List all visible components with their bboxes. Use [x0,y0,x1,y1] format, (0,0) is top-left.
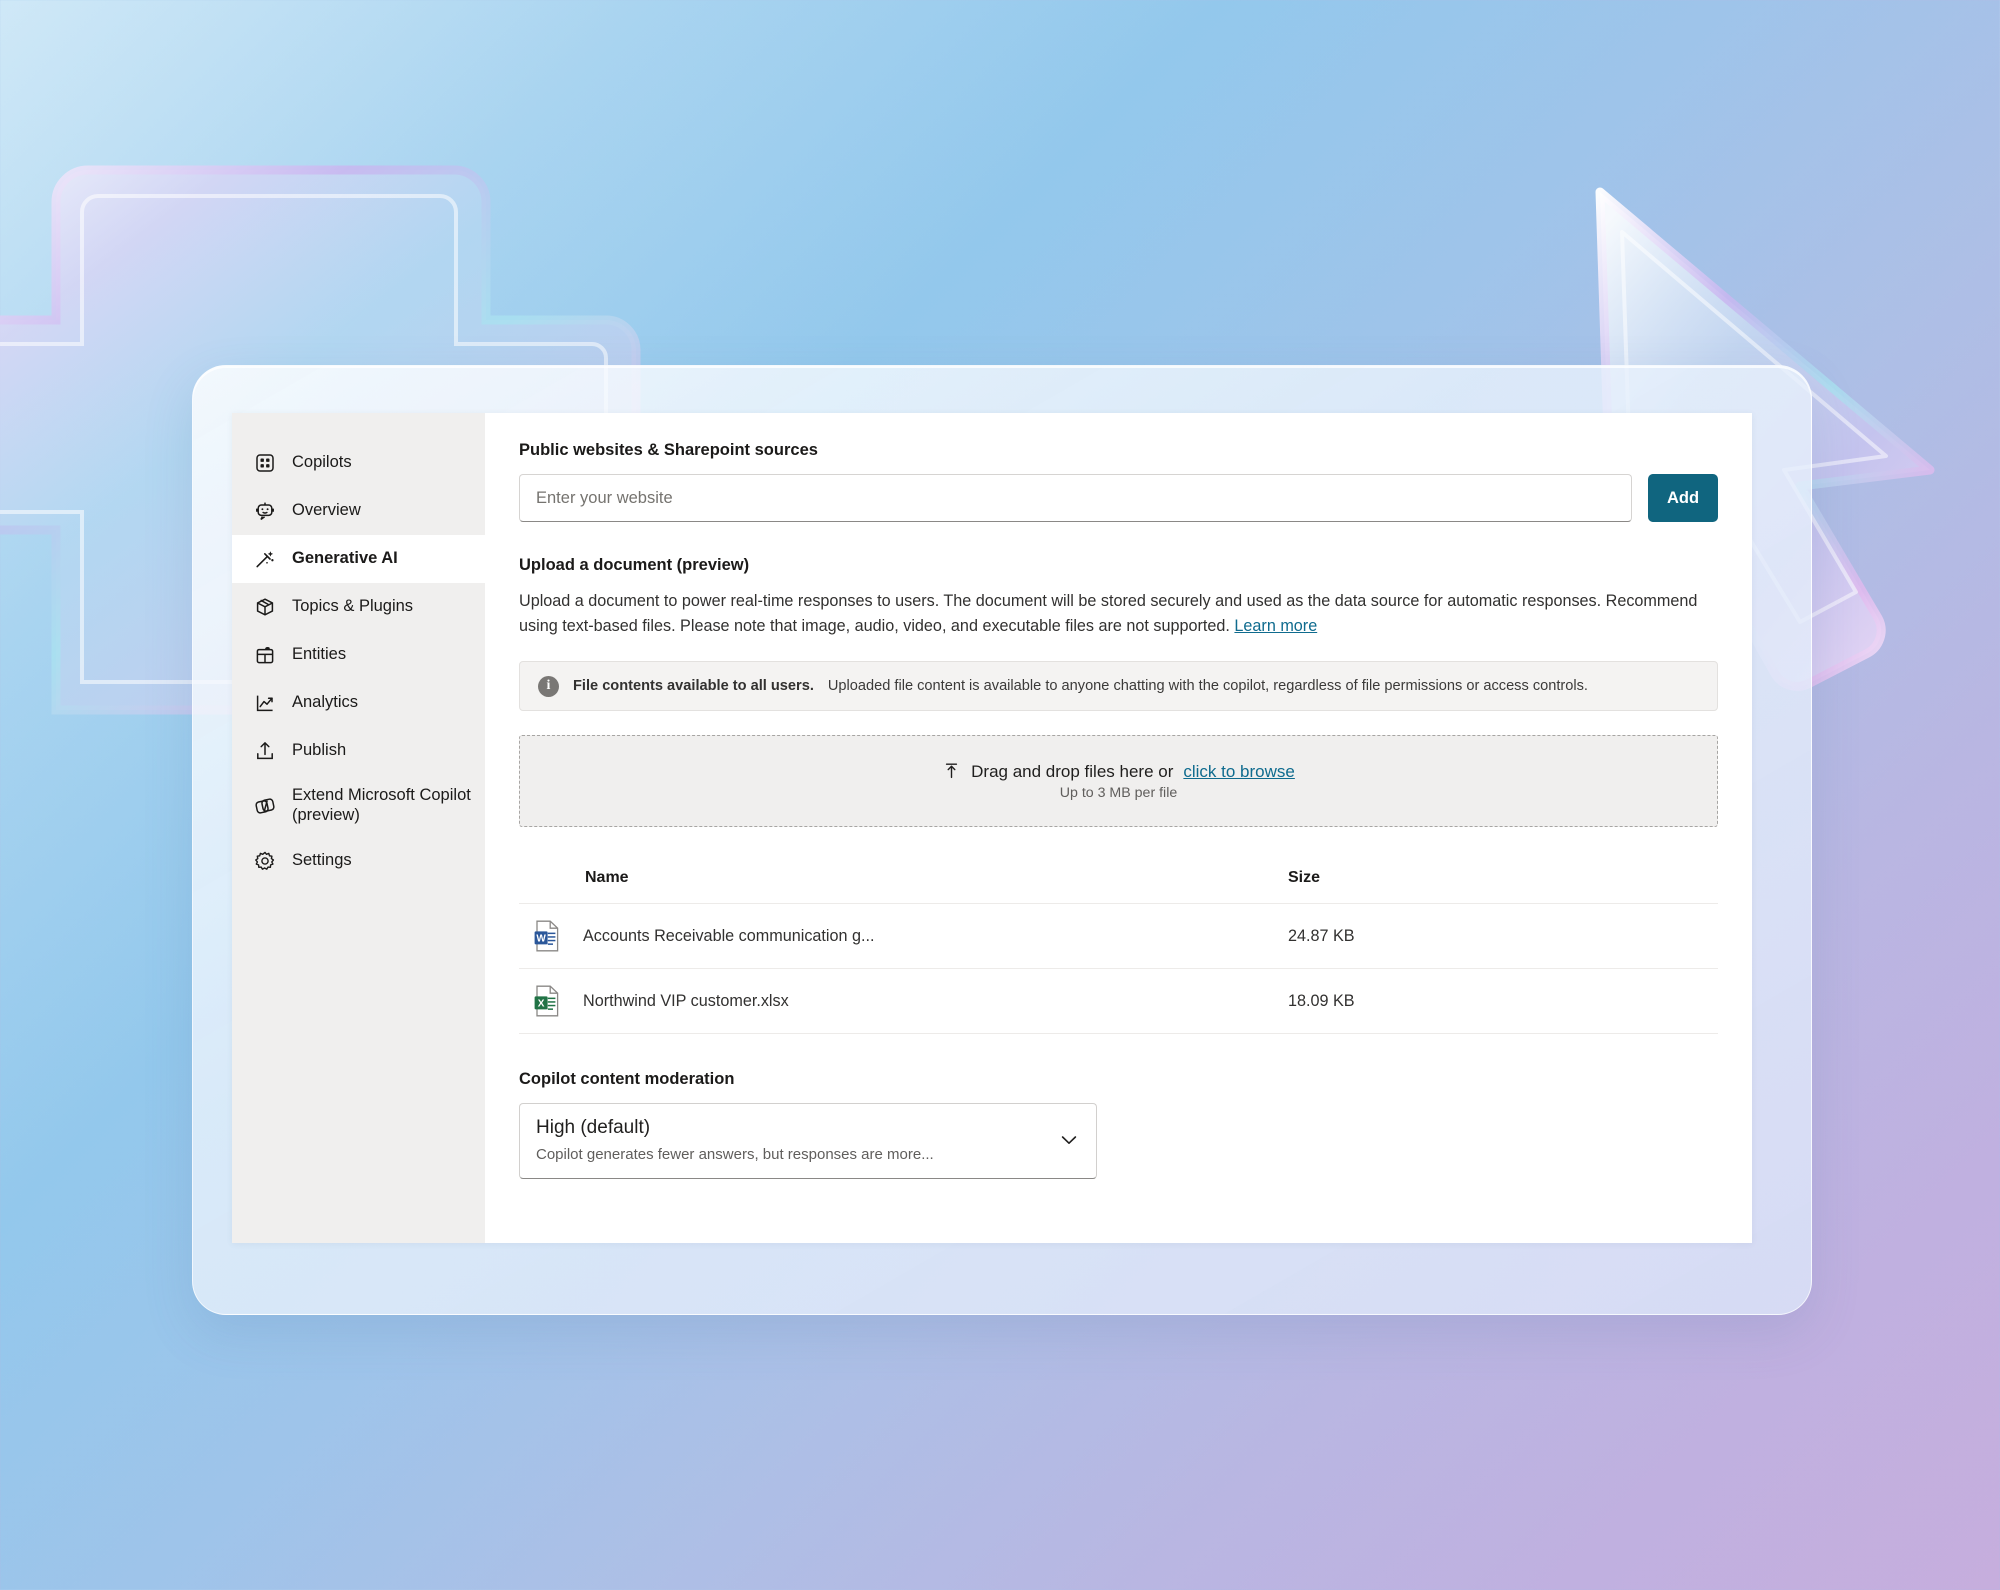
sidebar-item-label: Settings [292,851,352,870]
file-table-header-row: Name Size [519,855,1718,905]
upload-arrow-icon [942,762,961,781]
info-banner-detail: Uploaded file content is available to an… [827,678,1588,695]
moderation-section-title: Copilot content moderation [519,1070,735,1089]
sidebar-item-generative-ai[interactable]: Generative AI [232,535,485,583]
file-name-cell: X Northwind VIP customer.xlsx [519,985,1288,1017]
main-content: Public websites & Sharepoint sources Add… [485,413,1752,1243]
sidebar-item-label: Overview [292,501,361,520]
file-table-head: Name Size [519,855,1718,905]
info-icon: i [538,675,559,697]
moderation-selected-value: High (default) [536,1117,651,1139]
sidebar-item-label: Topics & Plugins [292,597,414,616]
sidebar-item-label: Extend Microsoft Copilot (preview) [292,786,471,824]
file-name: Accounts Receivable communication g... [583,926,875,945]
content-moderation-dropdown[interactable]: High (default) Copilot generates fewer a… [519,1103,1097,1180]
moderation-selected-hint: Copilot generates fewer answers, but res… [536,1145,934,1163]
chart-line-icon [254,692,276,714]
upload-section-title: Upload a document (preview) [519,556,750,574]
entities-icon [254,644,276,666]
file-table-body: W Accounts Receivable communication g...… [519,903,1718,1035]
sidebar-item-entities[interactable]: Entities [232,631,485,679]
file-dropzone[interactable]: Drag and drop files here or click to bro… [519,735,1718,828]
magic-wand-icon [254,548,276,570]
svg-text:W: W [536,934,546,945]
sidebar-item-overview[interactable]: Overview [232,487,485,535]
info-banner-headline: File contents available to all users. [573,678,814,695]
dropzone-main-row: Drag and drop files here or click to bro… [942,762,1295,782]
moderation-selected-group: High (default) Copilot generates fewer a… [536,1116,1048,1164]
table-row[interactable]: X Northwind VIP customer.xlsx 18.09 KB [519,968,1718,1035]
sidebar-item-label: Generative AI [292,549,398,568]
website-input[interactable] [519,474,1632,522]
sidebar-item-settings[interactable]: Settings [232,837,485,885]
upload-arrow-icon [254,740,276,762]
sidebar-item-label: Copilots [292,453,352,472]
sidebar-item-publish[interactable]: Publish [232,727,485,775]
sidebar-item-label: Entities [292,645,347,664]
websites-section-title: Public websites & Sharepoint sources [519,441,818,459]
upload-description: Upload a document to power real-time res… [519,589,1718,639]
word-document-icon: W [533,920,561,952]
dropzone-size-limit: Up to 3 MB per file [1059,784,1178,801]
file-size: 18.09 KB [1288,968,1718,1035]
column-header-size: Size [1288,855,1718,905]
sidebar-item-label: Analytics [292,693,359,712]
gear-icon [254,850,276,872]
sidebar: Copilots Overview Generative AI Topics &… [232,413,485,1243]
bot-icon [254,500,276,522]
upload-description-text: Upload a document to power real-time res… [519,592,1698,636]
sidebar-item-analytics[interactable]: Analytics [232,679,485,727]
browse-files-link[interactable]: click to browse [1183,762,1294,782]
app-window: Copilots Overview Generative AI Topics &… [232,413,1752,1243]
file-access-info-banner: i File contents available to all users. … [519,661,1718,712]
file-name-cell: W Accounts Receivable communication g... [519,920,1288,952]
svg-text:X: X [538,999,545,1010]
sidebar-item-label: Publish [292,741,347,760]
website-input-row: Add [519,474,1718,522]
dropzone-text: Drag and drop files here or [971,761,1174,781]
table-row[interactable]: W Accounts Receivable communication g...… [519,903,1718,970]
file-name: Northwind VIP customer.xlsx [583,991,789,1010]
learn-more-link[interactable]: Learn more [1234,617,1317,635]
cube-icon [254,596,276,618]
add-button[interactable]: Add [1648,474,1718,522]
sidebar-item-copilots[interactable]: Copilots [232,439,485,487]
layers-icon [254,795,276,817]
uploaded-files-table: Name Size W Accounts Receivable communic… [519,855,1718,1035]
sidebar-item-extend-microsoft-copilot[interactable]: Extend Microsoft Copilot (preview) [232,775,485,837]
excel-document-icon: X [533,985,561,1017]
grid-apps-icon [254,452,276,474]
chevron-down-icon[interactable] [1058,1129,1080,1151]
sidebar-item-topics-plugins[interactable]: Topics & Plugins [232,583,485,631]
column-header-name: Name [519,855,1288,905]
file-size: 24.87 KB [1288,903,1718,970]
